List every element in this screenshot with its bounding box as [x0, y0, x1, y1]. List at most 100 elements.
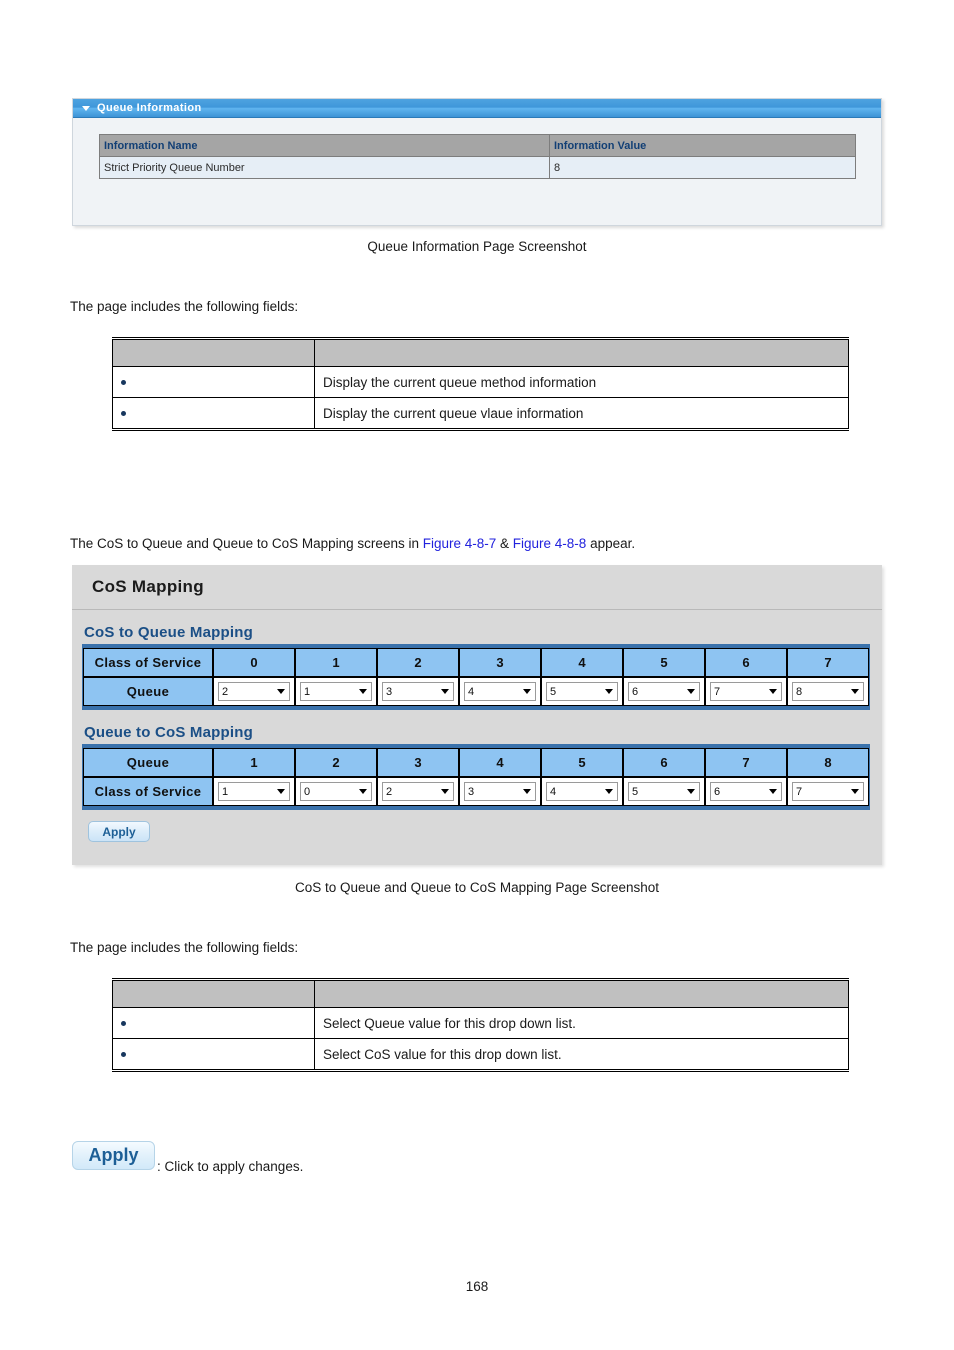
body-paragraph: The CoS to Queue and Queue to CoS Mappin… [70, 535, 635, 553]
queue-value-1: 2 [295, 748, 377, 777]
queue-select-4[interactable]: 5 [546, 682, 618, 701]
cell-object [112, 397, 315, 430]
cos-to-queue-cell-7: 8 [787, 677, 869, 706]
cos-to-queue-cell-6: 7 [705, 677, 787, 706]
table-row: Class of Service 1 0 2 3 4 5 6 7 [83, 777, 869, 806]
cos-value-4: 4 [541, 648, 623, 677]
section-label-cos-to-queue: CoS to Queue Mapping [84, 624, 253, 641]
queue-select-6[interactable]: 7 [710, 682, 782, 701]
cell-object [112, 1038, 315, 1071]
queue-to-cos-cell-0: 1 [213, 777, 295, 806]
cos-select-1[interactable]: 0 [300, 782, 372, 801]
chevron-down-icon [769, 689, 777, 694]
cos-select-2-value: 2 [386, 785, 393, 798]
queue-to-cos-cell-4: 4 [541, 777, 623, 806]
queue-select-3[interactable]: 4 [464, 682, 536, 701]
queue-to-cos-cell-7: 7 [787, 777, 869, 806]
cos-select-7[interactable]: 7 [792, 782, 864, 801]
queue-information-body: Information Name Information Value Stric… [73, 118, 881, 179]
queue-value-5: 6 [623, 748, 705, 777]
cos-select-2[interactable]: 2 [382, 782, 454, 801]
chevron-down-icon [523, 789, 531, 794]
figure-4-8-7-link[interactable]: Figure 4-8-7 [423, 536, 497, 551]
queue-select-4-value: 5 [550, 685, 557, 698]
queue-select-1[interactable]: 1 [300, 682, 372, 701]
page-number: 168 [465, 1279, 489, 1294]
body-text-suffix: appear. [586, 536, 636, 551]
queue-value-7: 8 [787, 748, 869, 777]
queue-to-cos-cell-1: 0 [295, 777, 377, 806]
queue-select-5[interactable]: 6 [628, 682, 700, 701]
column-header-description [314, 979, 849, 1008]
triangle-down-icon[interactable] [82, 106, 90, 111]
apply-button[interactable]: Apply [88, 821, 150, 842]
figure-1-caption: Queue Information Page Screenshot [367, 239, 587, 254]
chevron-down-icon [523, 689, 531, 694]
cell-description: Select Queue value for this drop down li… [314, 1007, 849, 1039]
cos-select-5[interactable]: 5 [628, 782, 700, 801]
cell-description: Select CoS value for this drop down list… [314, 1038, 849, 1071]
cos-mapping-body: CoS to Queue Mapping Class of Service 0 … [72, 610, 882, 842]
cos-to-queue-cell-2: 3 [377, 677, 459, 706]
cos-to-queue-mapping-table: Class of Service 0 1 2 3 4 5 6 7 Queue 2 [82, 644, 870, 710]
chevron-down-icon [687, 689, 695, 694]
chevron-down-icon [687, 789, 695, 794]
queue-select-2-value: 3 [386, 685, 393, 698]
figure-4-8-8-link[interactable]: Figure 4-8-8 [513, 536, 587, 551]
queue-value-6: 7 [705, 748, 787, 777]
chevron-down-icon [277, 789, 285, 794]
cos-value-1: 1 [295, 648, 377, 677]
cos-select-3[interactable]: 3 [464, 782, 536, 801]
bullet-icon [121, 411, 126, 417]
queue-information-title-bar[interactable]: Queue Information [73, 99, 881, 118]
chevron-down-icon [605, 689, 613, 694]
cos-select-1-value: 0 [304, 785, 311, 798]
queue-select-6-value: 7 [714, 685, 721, 698]
queue-to-cos-cell-2: 2 [377, 777, 459, 806]
row-header-class-of-service: Class of Service [83, 777, 213, 806]
body-text-middle: & [496, 536, 513, 551]
cos-to-queue-cell-4: 5 [541, 677, 623, 706]
chevron-down-icon [277, 689, 285, 694]
queue-select-7[interactable]: 8 [792, 682, 864, 701]
section-label-queue-to-cos: Queue to CoS Mapping [84, 724, 253, 741]
intro-text-2: The page includes the following fields: [70, 940, 299, 955]
cos-value-0: 0 [213, 648, 295, 677]
table-header-row: Information Name Information Value [99, 134, 856, 157]
cos-select-6[interactable]: 6 [710, 782, 782, 801]
body-text-prefix: The CoS to Queue and Queue to CoS Mappin… [70, 536, 423, 551]
queue-select-2[interactable]: 3 [382, 682, 454, 701]
cos-select-0-value: 1 [222, 785, 229, 798]
queue-select-0[interactable]: 2 [218, 682, 290, 701]
table-row: Display the current queue method informa… [112, 366, 849, 398]
table-header-row: Queue 1 2 3 4 5 6 7 8 [83, 748, 869, 777]
cos-select-0[interactable]: 1 [218, 782, 290, 801]
column-header-description [314, 338, 849, 367]
table-row: Display the current queue vlaue informat… [112, 397, 849, 430]
cell-object [112, 1007, 315, 1039]
cos-to-queue-cell-0: 2 [213, 677, 295, 706]
queue-value-0: 1 [213, 748, 295, 777]
row-header-queue: Queue [83, 748, 213, 777]
apply-legend-button[interactable]: Apply [72, 1141, 155, 1170]
queue-to-cos-cell-5: 5 [623, 777, 705, 806]
row-header-class-of-service: Class of Service [83, 648, 213, 677]
queue-value-2: 3 [377, 748, 459, 777]
chevron-down-icon [851, 689, 859, 694]
queue-select-1-value: 1 [304, 685, 311, 698]
cos-mapping-header: CoS Mapping [72, 565, 882, 610]
cell-description: Display the current queue method informa… [314, 366, 849, 398]
column-header-object [112, 979, 315, 1008]
table-header-row [112, 338, 849, 367]
bullet-icon [121, 1052, 126, 1058]
cos-value-6: 6 [705, 648, 787, 677]
figure-2-caption: CoS to Queue and Queue to CoS Mapping Pa… [295, 880, 659, 895]
chevron-down-icon [359, 789, 367, 794]
queue-to-cos-cell-6: 6 [705, 777, 787, 806]
table-row: Select CoS value for this drop down list… [112, 1038, 849, 1071]
table-row: Queue 2 1 3 4 5 6 7 8 [83, 677, 869, 706]
cos-select-4[interactable]: 4 [546, 782, 618, 801]
queue-to-cos-cell-3: 3 [459, 777, 541, 806]
chevron-down-icon [441, 689, 449, 694]
column-header-object [112, 338, 315, 367]
